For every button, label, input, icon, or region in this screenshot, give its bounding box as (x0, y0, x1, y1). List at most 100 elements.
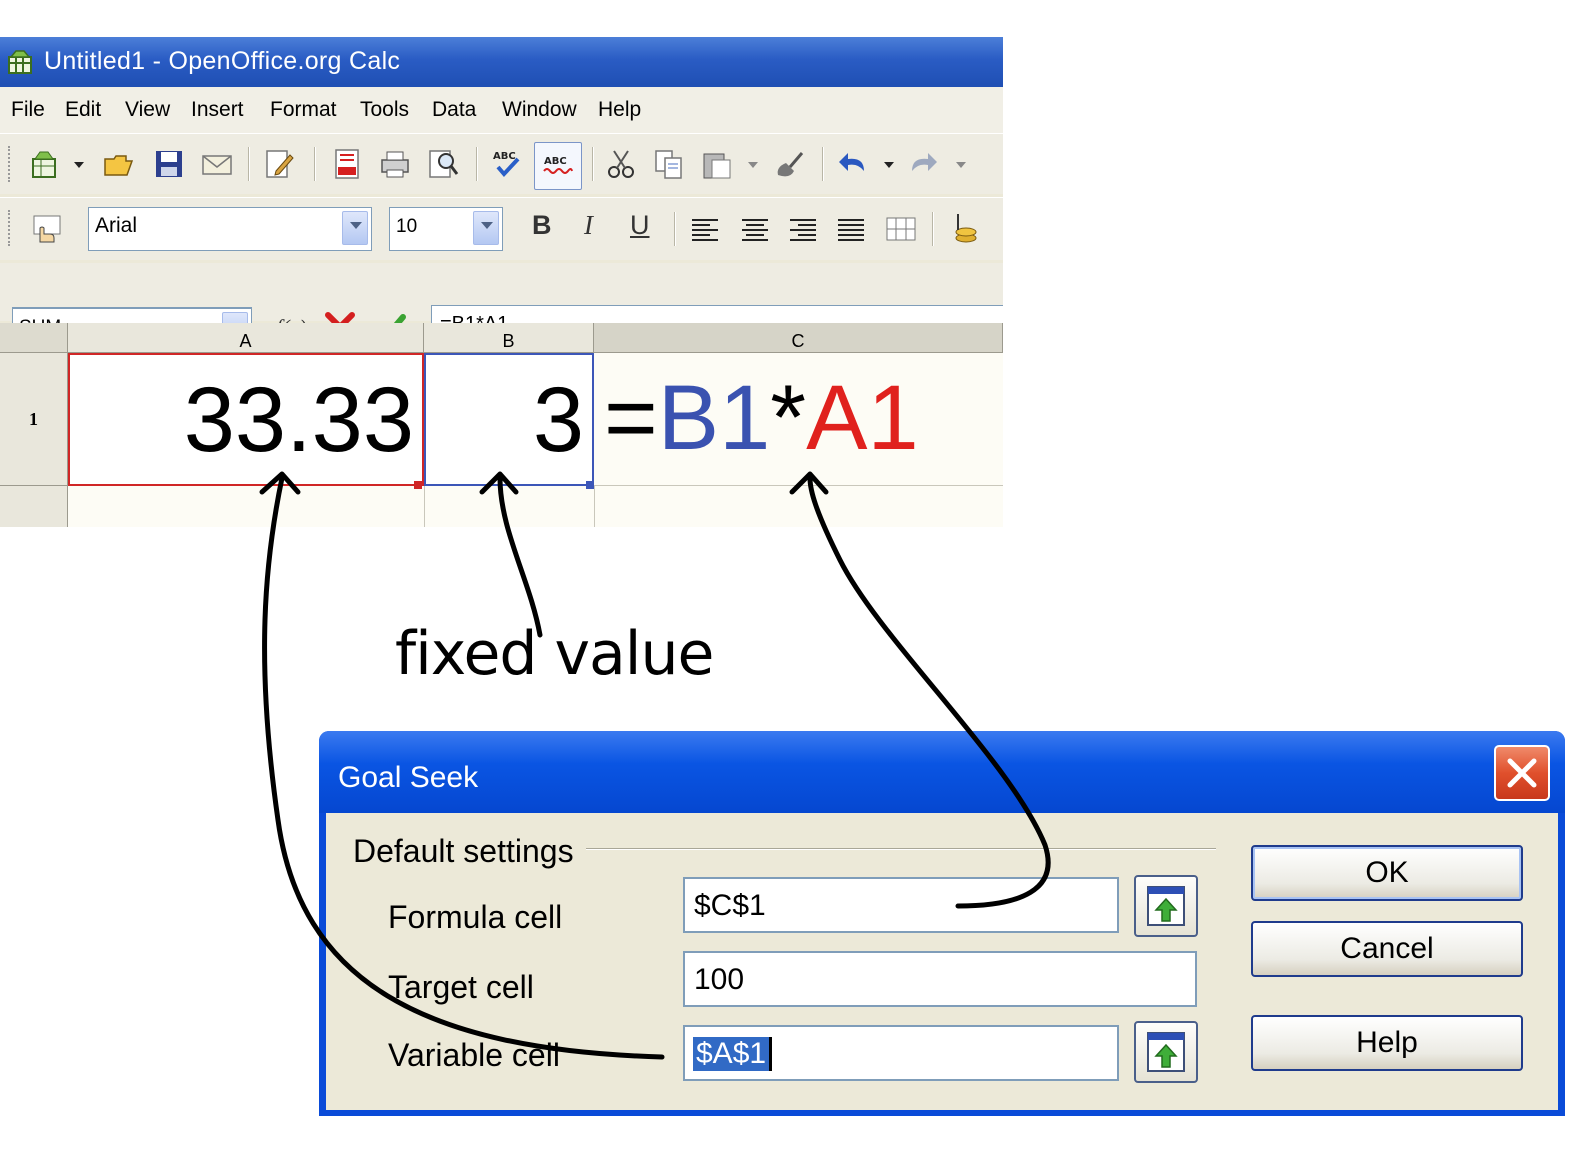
shrink-dialog-icon (1147, 886, 1185, 926)
window-titlebar: Untitled1 - OpenOffice.org Calc (0, 37, 1003, 87)
currency-format-icon[interactable] (946, 212, 980, 246)
target-cell-label: Target cell (388, 969, 534, 1005)
gridline (594, 486, 595, 527)
column-header-a[interactable]: A (68, 323, 424, 353)
help-button-label: Help (1356, 1026, 1418, 1059)
font-size-value: 10 (396, 216, 418, 237)
c1-ref-b1: B1 (657, 367, 771, 469)
toolbar-separator (932, 212, 934, 246)
redo-icon[interactable] (906, 147, 940, 181)
paste-icon[interactable] (700, 147, 734, 181)
spellcheck-icon[interactable]: ABC (490, 147, 524, 181)
align-center-icon[interactable] (738, 212, 772, 246)
autospellcheck-button[interactable]: ABC (534, 142, 582, 190)
calc-window: Untitled1 - OpenOffice.org Calc File Edi… (0, 37, 1003, 527)
variable-cell-label: Variable cell (388, 1037, 560, 1073)
font-name-value: Arial (95, 214, 138, 237)
underline-button[interactable]: U (630, 210, 650, 241)
close-icon (1507, 758, 1537, 788)
help-button[interactable]: Help (1251, 1015, 1523, 1071)
autospellcheck-icon: ABC (543, 156, 573, 174)
target-cell-value: 100 (694, 963, 745, 996)
shrink-dialog-icon (1147, 1032, 1185, 1072)
redo-dropdown-arrow-icon[interactable] (952, 147, 970, 181)
row-header-2[interactable] (0, 486, 68, 527)
cancel-button[interactable]: Cancel (1251, 921, 1523, 977)
dialog-close-button[interactable] (1494, 745, 1550, 801)
edit-file-icon[interactable] (262, 147, 296, 181)
menu-window[interactable]: Window (502, 98, 577, 122)
font-name-dropdown-icon[interactable] (342, 211, 368, 245)
merge-cells-icon[interactable] (884, 212, 918, 246)
align-right-icon[interactable] (786, 212, 820, 246)
c1-equals: = (604, 367, 658, 469)
page-preview-icon[interactable] (426, 147, 460, 181)
undo-icon[interactable] (836, 147, 870, 181)
email-icon[interactable] (200, 147, 234, 181)
gridline (424, 486, 425, 527)
undo-dropdown-arrow-icon[interactable] (880, 147, 898, 181)
toolbar-separator (822, 147, 824, 181)
cell-a1-fill-handle[interactable] (414, 481, 422, 489)
align-left-icon[interactable] (688, 212, 722, 246)
row-header-1[interactable]: 1 (0, 353, 68, 486)
cut-icon[interactable] (604, 147, 638, 181)
bold-button[interactable]: B (532, 210, 552, 241)
copy-icon[interactable] (652, 147, 686, 181)
menu-insert[interactable]: Insert (191, 98, 244, 122)
menu-file[interactable]: File (11, 98, 45, 122)
menu-help[interactable]: Help (598, 98, 641, 122)
export-pdf-icon[interactable] (330, 147, 364, 181)
toolbar-separator (314, 147, 316, 181)
column-header-c[interactable]: C (594, 323, 1003, 353)
menu-tools[interactable]: Tools (360, 98, 409, 122)
toolbar-grip[interactable] (8, 210, 13, 246)
menu-data[interactable]: Data (432, 98, 476, 122)
svg-text:ABC: ABC (493, 151, 516, 162)
toolbar-separator (592, 147, 594, 181)
open-folder-icon[interactable] (102, 147, 136, 181)
format-paintbrush-icon[interactable] (772, 147, 806, 181)
toolbar-separator (248, 147, 250, 181)
goal-seek-dialog: Goal Seek Default settings Formula cell … (319, 731, 1565, 1116)
ok-button[interactable]: OK (1251, 845, 1523, 901)
print-icon[interactable] (378, 147, 412, 181)
target-cell-input[interactable]: 100 (683, 951, 1197, 1007)
svg-text:ABC: ABC (544, 156, 567, 167)
spreadsheet-grid: A B C 1 33.33 3 =B1*A1 (0, 323, 1003, 527)
dialog-titlebar: Goal Seek (319, 731, 1565, 813)
save-icon[interactable] (152, 147, 186, 181)
dialog-title: Goal Seek (338, 761, 479, 794)
formula-cell-input[interactable]: $C$1 (683, 877, 1119, 933)
cell-b1[interactable]: 3 (424, 353, 594, 486)
select-all-corner[interactable] (0, 323, 68, 353)
cell-c1[interactable]: =B1*A1 (594, 353, 1003, 486)
toolbar-grip[interactable] (8, 146, 13, 182)
font-size-dropdown-icon[interactable] (473, 211, 499, 245)
toolbar-separator (476, 147, 478, 181)
styles-hand-icon[interactable] (30, 212, 64, 246)
cell-a1[interactable]: 33.33 (68, 353, 424, 486)
justify-icon[interactable] (834, 212, 868, 246)
formula-cell-shrink-button[interactable] (1134, 875, 1198, 937)
menu-edit[interactable]: Edit (65, 98, 101, 122)
menu-format[interactable]: Format (270, 98, 337, 122)
toolbar-separator (674, 212, 676, 246)
variable-cell-shrink-button[interactable] (1134, 1021, 1198, 1083)
italic-button[interactable]: I (584, 210, 593, 241)
font-size-combo[interactable]: 10 (389, 207, 503, 251)
new-document-icon[interactable] (28, 147, 62, 181)
group-separator (586, 848, 1216, 850)
paste-dropdown-arrow-icon[interactable] (744, 147, 762, 181)
calc-app-icon (8, 50, 32, 74)
column-header-b[interactable]: B (424, 323, 594, 353)
dialog-body: Default settings Formula cell $C$1 Targe… (326, 813, 1558, 1110)
formatting-toolbar: Arial 10 B I U (0, 197, 1003, 260)
cell-b1-fill-handle[interactable] (586, 481, 594, 489)
new-dropdown-arrow-icon[interactable] (70, 147, 88, 181)
menu-view[interactable]: View (125, 98, 170, 122)
font-name-combo[interactable]: Arial (88, 207, 372, 251)
standard-toolbar: ABC ABC (0, 133, 1003, 194)
fixed-value-annotation: fixed value (395, 619, 714, 689)
variable-cell-input[interactable]: $A$1 (683, 1025, 1119, 1081)
